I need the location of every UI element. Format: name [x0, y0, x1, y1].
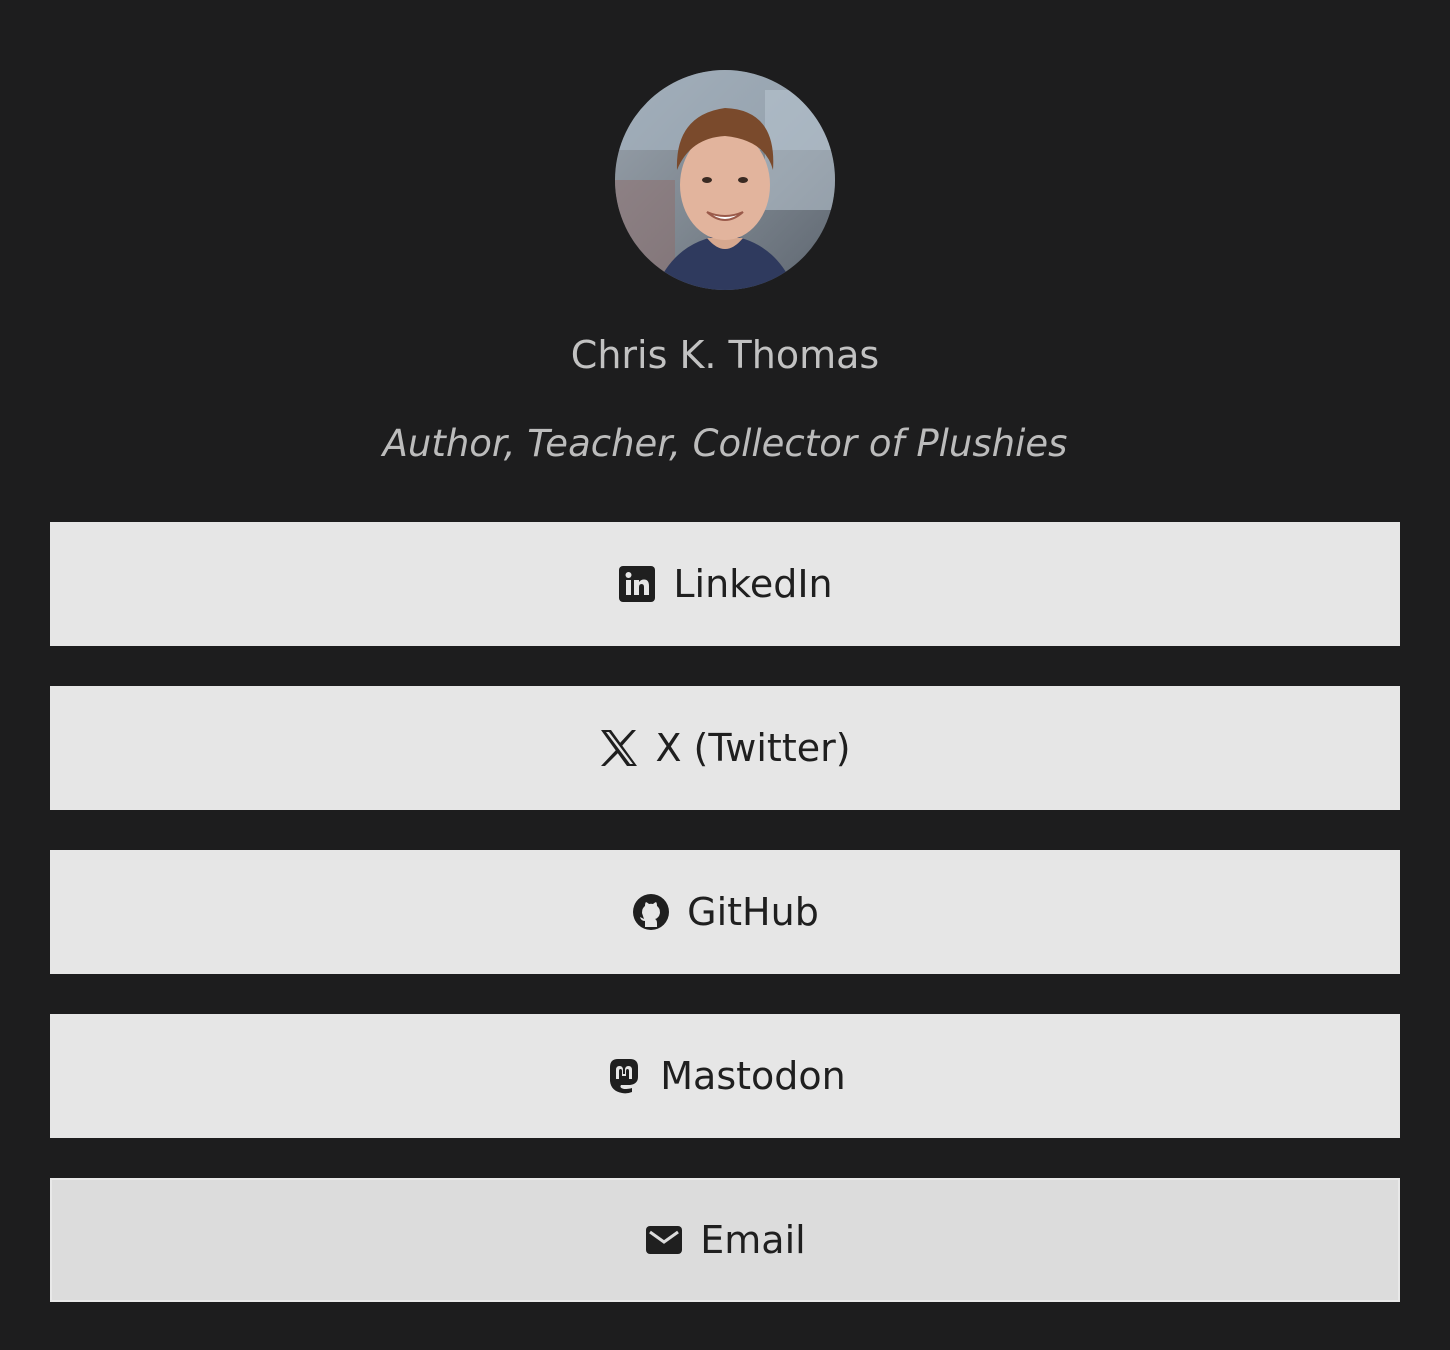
email-icon	[644, 1220, 684, 1260]
mastodon-icon	[604, 1056, 644, 1096]
x-twitter-button[interactable]: X (Twitter)	[50, 686, 1400, 810]
github-icon	[631, 892, 671, 932]
email-label: Email	[700, 1218, 806, 1262]
linkedin-label: LinkedIn	[673, 562, 833, 606]
profile-tagline: Author, Teacher, Collector of Plushies	[382, 422, 1068, 465]
avatar	[615, 70, 835, 290]
linkedin-button[interactable]: LinkedIn	[50, 522, 1400, 646]
x-twitter-icon	[599, 728, 639, 768]
profile-name: Chris K. Thomas	[570, 333, 880, 377]
person-photo-icon	[615, 70, 835, 290]
github-label: GitHub	[687, 890, 819, 934]
mastodon-label: Mastodon	[660, 1054, 846, 1098]
links-list: LinkedIn X (Twitter) GitHub Mastodon Ema…	[50, 522, 1400, 1342]
github-button[interactable]: GitHub	[50, 850, 1400, 974]
email-button[interactable]: Email	[50, 1178, 1400, 1302]
linkedin-icon	[617, 564, 657, 604]
mastodon-button[interactable]: Mastodon	[50, 1014, 1400, 1138]
x-twitter-label: X (Twitter)	[655, 726, 851, 770]
